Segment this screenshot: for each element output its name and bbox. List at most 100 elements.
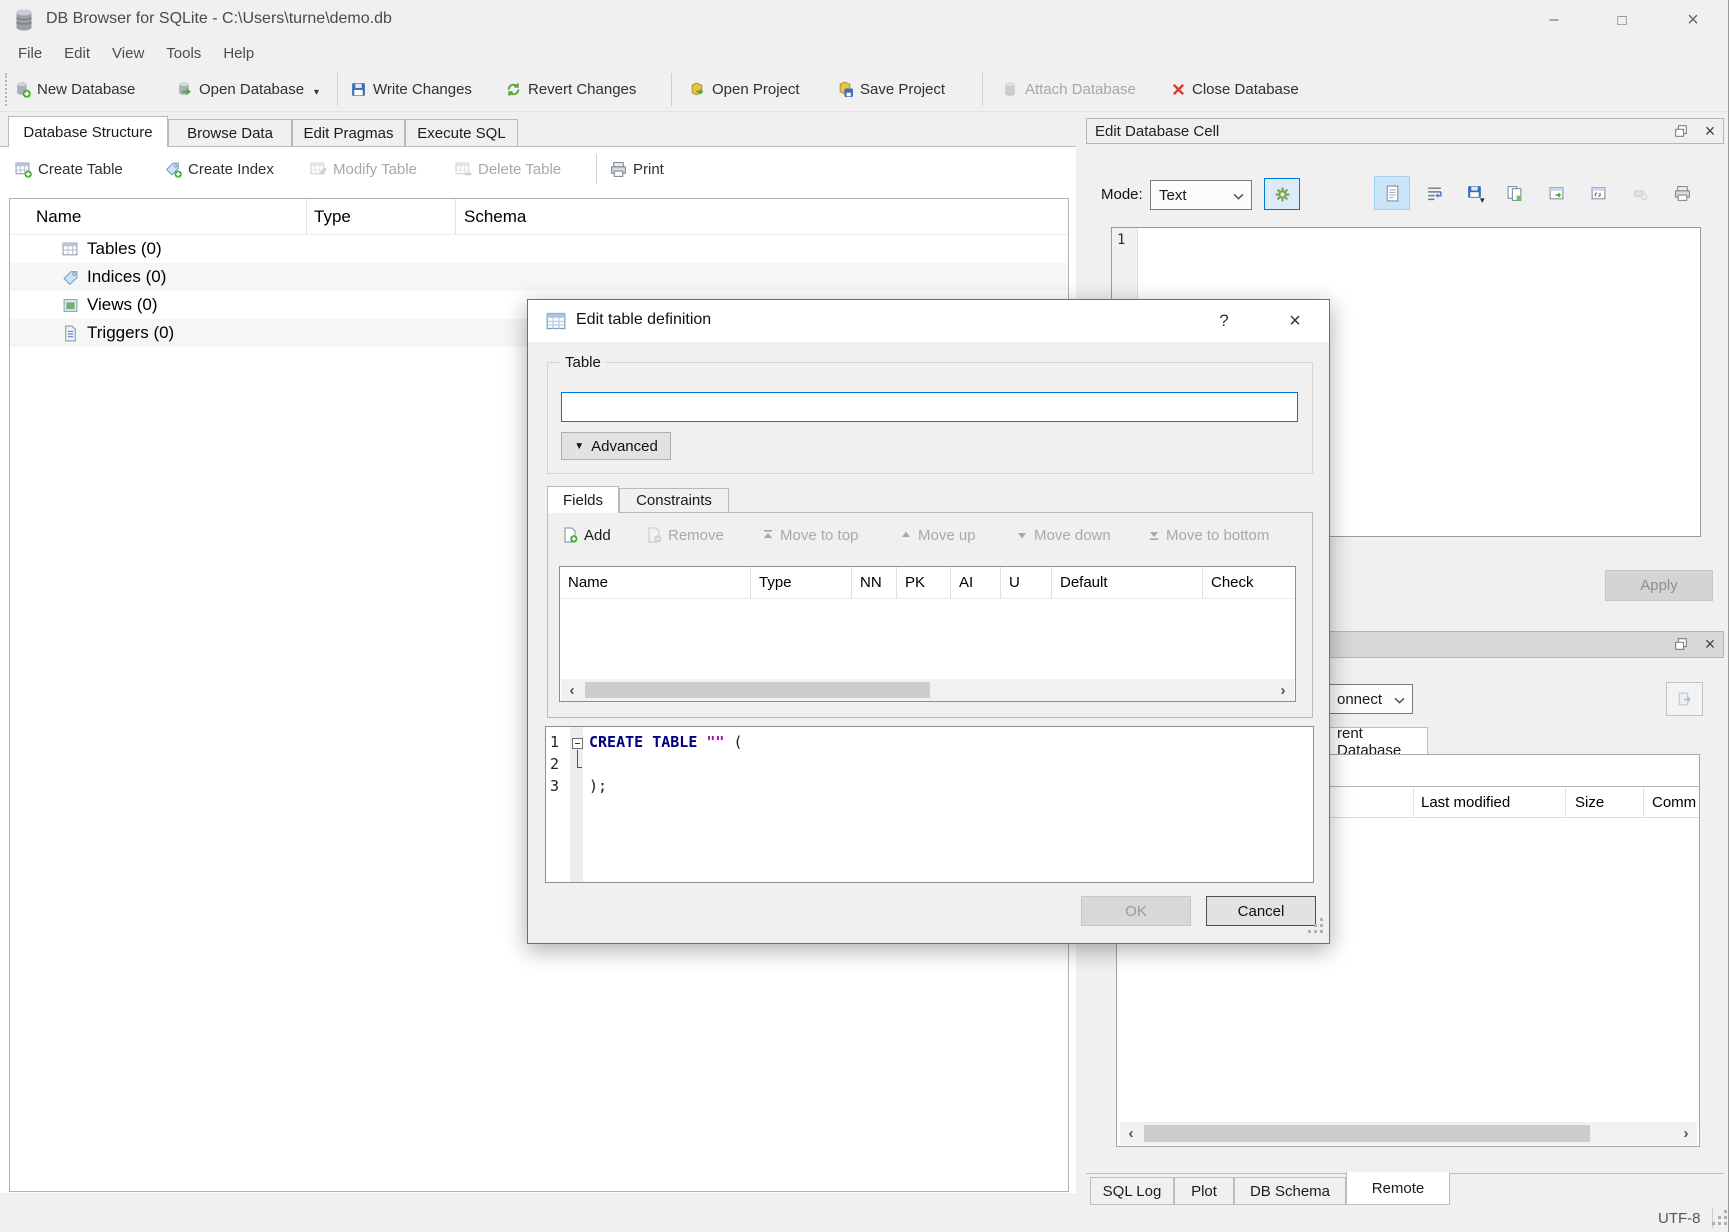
fields-column-pk[interactable]: PK bbox=[897, 567, 951, 599]
open-database-dropdown-icon[interactable]: ▾ bbox=[314, 87, 319, 98]
null-cell-button[interactable] bbox=[1622, 176, 1658, 210]
toolbar-separator bbox=[671, 73, 672, 106]
tree-row-indices-label: Indices (0) bbox=[87, 267, 166, 287]
tree-column-name[interactable]: Name bbox=[10, 199, 307, 235]
menu-help[interactable]: Help bbox=[212, 42, 265, 65]
print-cell-button[interactable] bbox=[1664, 176, 1700, 210]
tree-column-schema[interactable]: Schema bbox=[456, 199, 1068, 235]
window-resize-grip[interactable] bbox=[1718, 1216, 1721, 1219]
attach-database-button[interactable]: Attach Database bbox=[1002, 72, 1136, 106]
maximize-button[interactable]: □ bbox=[1596, 0, 1648, 40]
move-up-button[interactable]: Move up bbox=[900, 522, 976, 548]
open-project-button[interactable]: Open Project bbox=[689, 72, 800, 106]
ok-button[interactable]: OK bbox=[1081, 896, 1191, 926]
tab-db-schema[interactable]: DB Schema bbox=[1234, 1177, 1346, 1205]
modify-table-button[interactable]: Modify Table bbox=[310, 152, 417, 186]
toolbar-grip[interactable] bbox=[5, 73, 7, 106]
tab-fields[interactable]: Fields bbox=[547, 486, 619, 513]
tree-column-type[interactable]: Type bbox=[307, 199, 456, 235]
move-to-bottom-button[interactable]: Move to bottom bbox=[1148, 522, 1269, 548]
fields-column-check[interactable]: Check bbox=[1203, 567, 1295, 599]
fold-toggle-icon[interactable] bbox=[572, 738, 583, 749]
float-icon bbox=[1674, 124, 1688, 138]
fields-column-type[interactable]: Type bbox=[751, 567, 852, 599]
move-down-button[interactable]: Move down bbox=[1016, 522, 1111, 548]
menu-edit[interactable]: Edit bbox=[53, 42, 101, 65]
fields-column-u[interactable]: U bbox=[1001, 567, 1052, 599]
tab-plot[interactable]: Plot bbox=[1174, 1177, 1234, 1205]
save-cell-button[interactable]: ▾ bbox=[1456, 176, 1492, 210]
tab-sql-log[interactable]: SQL Log bbox=[1090, 1177, 1174, 1205]
clone-database-button[interactable] bbox=[1666, 682, 1703, 716]
tab-edit-pragmas[interactable]: Edit Pragmas bbox=[292, 119, 405, 147]
column-commit[interactable]: Comm bbox=[1652, 794, 1696, 811]
auto-detect-mode-button[interactable] bbox=[1264, 178, 1300, 210]
import-cell-button[interactable] bbox=[1496, 176, 1532, 210]
close-icon: × bbox=[1705, 121, 1716, 142]
encoding-indicator[interactable]: UTF-8 bbox=[1658, 1210, 1701, 1227]
create-table-button[interactable]: Create Table bbox=[15, 152, 123, 186]
export-cell-button[interactable] bbox=[1538, 176, 1574, 210]
delete-table-label: Delete Table bbox=[478, 161, 561, 178]
connect-identity-combo-value: onnect bbox=[1337, 691, 1382, 708]
edit-cell-close-button[interactable]: × bbox=[1698, 119, 1722, 143]
edit-cell-float-button[interactable] bbox=[1668, 121, 1694, 141]
apply-button[interactable]: Apply bbox=[1605, 570, 1713, 601]
tab-database-structure[interactable]: Database Structure bbox=[8, 116, 168, 147]
column-size[interactable]: Size bbox=[1575, 794, 1604, 811]
scroll-left-button[interactable]: ‹ bbox=[561, 679, 583, 701]
add-field-button[interactable]: Add bbox=[562, 522, 611, 548]
revert-changes-button[interactable]: Revert Changes bbox=[505, 72, 636, 106]
tab-browse-data[interactable]: Browse Data bbox=[168, 119, 292, 147]
write-changes-button[interactable]: Write Changes bbox=[350, 72, 472, 106]
fields-column-name[interactable]: Name bbox=[560, 567, 751, 599]
tree-row-tables[interactable]: Tables (0) bbox=[10, 235, 1068, 263]
menu-view[interactable]: View bbox=[101, 42, 155, 65]
tree-row-indices[interactable]: Indices (0) bbox=[10, 263, 1068, 291]
open-in-app-button[interactable] bbox=[1580, 176, 1616, 210]
fields-column-default[interactable]: Default bbox=[1052, 567, 1203, 599]
cancel-button[interactable]: Cancel bbox=[1206, 896, 1316, 926]
fields-column-ai[interactable]: AI bbox=[951, 567, 1001, 599]
create-index-button[interactable]: Create Index bbox=[165, 152, 274, 186]
menu-file[interactable]: File bbox=[7, 42, 53, 65]
remote-close-button[interactable]: × bbox=[1698, 632, 1722, 656]
remove-field-button[interactable]: Remove bbox=[646, 522, 724, 548]
line-number: 2 bbox=[550, 755, 568, 773]
close-database-button[interactable]: Close Database bbox=[1171, 72, 1299, 106]
add-field-label: Add bbox=[584, 527, 611, 544]
column-last-modified[interactable]: Last modified bbox=[1421, 794, 1510, 811]
menu-tools[interactable]: Tools bbox=[155, 42, 212, 65]
views-icon bbox=[62, 297, 79, 314]
table-name-input[interactable] bbox=[561, 392, 1298, 422]
new-database-button[interactable]: New Database bbox=[14, 72, 135, 106]
tab-execute-sql[interactable]: Execute SQL bbox=[405, 119, 518, 147]
word-wrap-button[interactable] bbox=[1416, 176, 1452, 210]
print-button[interactable]: Print bbox=[610, 152, 664, 186]
close-button[interactable]: × bbox=[1667, 0, 1719, 40]
remote-float-button[interactable] bbox=[1668, 634, 1694, 654]
save-project-button[interactable]: Save Project bbox=[837, 72, 945, 106]
fields-column-nn[interactable]: NN bbox=[852, 567, 897, 599]
revert-changes-label: Revert Changes bbox=[528, 81, 636, 98]
minimize-button[interactable]: – bbox=[1528, 0, 1580, 40]
text-mode-button[interactable] bbox=[1374, 176, 1410, 210]
scroll-thumb[interactable] bbox=[585, 682, 930, 698]
mode-select[interactable]: Text bbox=[1150, 180, 1252, 210]
tab-plot-label: Plot bbox=[1191, 1183, 1217, 1200]
scroll-thumb[interactable] bbox=[1144, 1125, 1590, 1142]
scroll-right-button[interactable]: › bbox=[1675, 1122, 1697, 1145]
fields-column-type-label: Type bbox=[759, 574, 792, 591]
tab-remote[interactable]: Remote bbox=[1346, 1172, 1450, 1205]
dialog-help-button[interactable]: ? bbox=[1199, 300, 1249, 342]
advanced-button[interactable]: ▼ Advanced bbox=[561, 432, 671, 460]
move-to-top-button[interactable]: Move to top bbox=[762, 522, 858, 548]
dialog-close-button[interactable]: × bbox=[1270, 300, 1320, 342]
dialog-resize-grip[interactable] bbox=[1314, 924, 1317, 927]
open-database-button[interactable]: Open Database bbox=[176, 72, 304, 106]
scroll-left-button[interactable]: ‹ bbox=[1120, 1122, 1142, 1145]
delete-table-button[interactable]: Delete Table bbox=[455, 152, 561, 186]
modify-table-label: Modify Table bbox=[333, 161, 417, 178]
tab-constraints[interactable]: Constraints bbox=[619, 488, 729, 513]
scroll-right-button[interactable]: › bbox=[1272, 679, 1294, 701]
